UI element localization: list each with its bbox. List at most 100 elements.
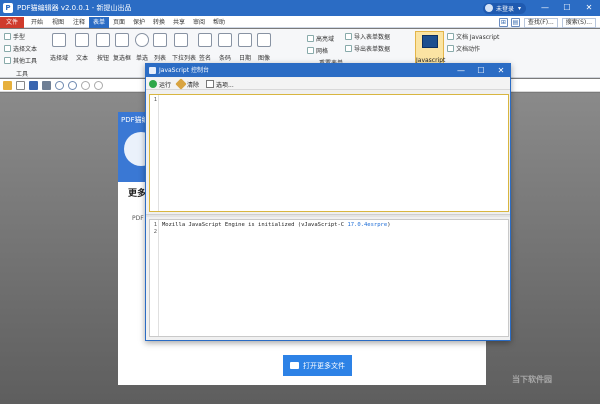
action-icon bbox=[447, 45, 454, 52]
import-form-data-button[interactable]: 导入表单数据 bbox=[345, 32, 390, 41]
grid-button[interactable]: 网格 bbox=[307, 46, 328, 55]
dialog-title-bar: JavaScript 控制台 — ☐ ✕ bbox=[146, 64, 510, 77]
radio-icon bbox=[135, 33, 149, 47]
dialog-title: JavaScript 控制台 bbox=[159, 67, 209, 74]
tab-comment[interactable]: 注释 bbox=[70, 17, 88, 28]
highlight-fields-button[interactable]: 高亮域 bbox=[307, 34, 334, 43]
pane-splitter[interactable] bbox=[146, 214, 510, 217]
image-tool[interactable]: 图像 bbox=[255, 33, 273, 62]
checkbox-icon bbox=[115, 33, 129, 47]
list-icon bbox=[153, 33, 167, 47]
forward-icon[interactable] bbox=[94, 80, 103, 90]
minimize-button[interactable]: — bbox=[534, 0, 556, 16]
export-form-data-button[interactable]: 导出表单数据 bbox=[345, 44, 390, 53]
app-logo-icon: P bbox=[3, 3, 13, 13]
tab-page[interactable]: 页面 bbox=[110, 17, 128, 28]
app-title: PDF猫编辑器 v2.0.0.1 - 新提山出品 bbox=[17, 4, 132, 12]
pdf-label: PDF bbox=[132, 215, 144, 222]
checkbox-tool[interactable]: 复选框 bbox=[113, 33, 131, 62]
save-icon[interactable] bbox=[29, 80, 38, 90]
barcode-tool[interactable]: 条码 bbox=[216, 33, 234, 62]
dropdown-tool[interactable]: 下拉列表 bbox=[172, 33, 196, 62]
more-heading: 更多 bbox=[128, 189, 147, 199]
options-button[interactable]: 选项... bbox=[206, 79, 234, 89]
undo-icon[interactable] bbox=[55, 80, 64, 90]
console-toolbar: 运行 清除 选项... bbox=[146, 78, 510, 90]
dialog-maximize-button[interactable]: ☐ bbox=[472, 64, 490, 77]
dialog-minimize-button[interactable]: — bbox=[452, 64, 470, 77]
back-icon[interactable] bbox=[81, 80, 90, 90]
date-tool[interactable]: 日期 bbox=[236, 33, 254, 62]
button-tool[interactable]: 按钮 bbox=[94, 33, 112, 62]
output-line-numbers: 1 2 bbox=[150, 220, 159, 336]
document-javascript-button[interactable]: 文档 Javascript bbox=[447, 32, 499, 41]
text-field-icon bbox=[75, 33, 89, 47]
signature-icon bbox=[198, 33, 212, 47]
tab-protect[interactable]: 保护 bbox=[130, 17, 148, 28]
button-icon bbox=[96, 33, 110, 47]
console-output-text: Mozilla JavaScript Engine is initialized… bbox=[162, 222, 391, 228]
folder-icon bbox=[290, 362, 299, 369]
user-avatar-icon bbox=[484, 4, 493, 12]
highlight-icon bbox=[307, 35, 314, 42]
list-tool[interactable]: 列表 bbox=[151, 33, 169, 62]
hand-tool-button[interactable]: 手型 bbox=[4, 32, 25, 41]
arrow-icon bbox=[52, 33, 66, 47]
fit-icon[interactable]: ⊞ bbox=[498, 18, 508, 27]
tab-review[interactable]: 审阅 bbox=[190, 17, 208, 28]
select-field-tool[interactable]: 选择域 bbox=[50, 33, 68, 62]
maximize-button[interactable]: ☐ bbox=[556, 0, 578, 16]
export-icon bbox=[345, 45, 352, 52]
dialog-close-button[interactable]: ✕ bbox=[492, 64, 510, 77]
select-text-button[interactable]: 选择文本 bbox=[4, 44, 37, 53]
clear-button[interactable]: 清除 bbox=[175, 78, 199, 90]
javascript-console-dialog: JavaScript 控制台 — ☐ ✕ 运行 清除 选项... 1 1 2 M… bbox=[145, 63, 511, 341]
document-actions-button[interactable]: 文档动作 bbox=[447, 44, 480, 53]
tab-help[interactable]: 帮助 bbox=[210, 17, 228, 28]
menu-bar: 文件 开始 视图 注释 表单 页面 保护 转换 共享 审阅 帮助 ⊞ ▤ 查找(… bbox=[0, 16, 600, 28]
tab-view[interactable]: 视图 bbox=[49, 17, 67, 28]
broom-icon bbox=[175, 78, 187, 90]
hand-icon bbox=[4, 33, 11, 40]
find-field[interactable]: 查找(F)... bbox=[523, 17, 558, 28]
user-status: 未登录 bbox=[495, 5, 514, 13]
tab-start[interactable]: 开始 bbox=[28, 17, 46, 28]
grid-icon bbox=[307, 47, 314, 54]
image-icon bbox=[257, 33, 271, 47]
other-tools-button[interactable]: 其他工具 bbox=[4, 56, 37, 65]
redo-icon[interactable] bbox=[68, 80, 77, 90]
text-cursor-icon bbox=[4, 45, 11, 52]
layout-icon[interactable]: ▤ bbox=[510, 18, 520, 27]
text-field-tool[interactable]: 文本 bbox=[73, 33, 91, 62]
console-icon bbox=[421, 35, 438, 48]
tab-file[interactable]: 文件 bbox=[0, 17, 24, 28]
tab-share[interactable]: 共享 bbox=[170, 17, 188, 28]
input-line-numbers: 1 bbox=[150, 95, 159, 211]
calendar-icon bbox=[238, 33, 252, 47]
watermark: 当下软件园 bbox=[512, 375, 552, 384]
radio-tool[interactable]: 单选 bbox=[133, 33, 151, 62]
title-bar: P PDF猫编辑器 v2.0.0.1 - 新提山出品 未登录 ▾ — ☐ ✕ bbox=[0, 0, 600, 16]
tab-form[interactable]: 表单 bbox=[89, 17, 109, 28]
tab-convert[interactable]: 转换 bbox=[150, 17, 168, 28]
search-field[interactable]: 搜索(S)... bbox=[561, 17, 596, 28]
tools-group-label: 工具 bbox=[16, 71, 29, 78]
open-more-files-button[interactable]: 打开更多文件 bbox=[283, 355, 352, 376]
console-window-icon bbox=[149, 67, 156, 74]
barcode-icon bbox=[218, 33, 232, 47]
signature-tool[interactable]: 签名 bbox=[196, 33, 214, 62]
run-button[interactable]: 运行 bbox=[149, 79, 171, 89]
dropdown-icon bbox=[174, 33, 188, 47]
user-login-button[interactable]: 未登录 ▾ bbox=[482, 2, 526, 14]
new-document-icon[interactable] bbox=[16, 80, 25, 90]
print-icon[interactable] bbox=[42, 80, 51, 90]
run-icon bbox=[149, 80, 157, 88]
console-output-editor[interactable]: 1 2 Mozilla JavaScript Engine is initial… bbox=[149, 219, 509, 337]
open-folder-icon[interactable] bbox=[3, 80, 12, 90]
close-button[interactable]: ✕ bbox=[578, 0, 600, 16]
chevron-down-icon: ▾ bbox=[517, 4, 521, 12]
script-input-editor[interactable]: 1 bbox=[149, 94, 509, 212]
script-icon bbox=[447, 33, 454, 40]
options-icon bbox=[206, 80, 214, 88]
tools-icon bbox=[4, 57, 11, 64]
